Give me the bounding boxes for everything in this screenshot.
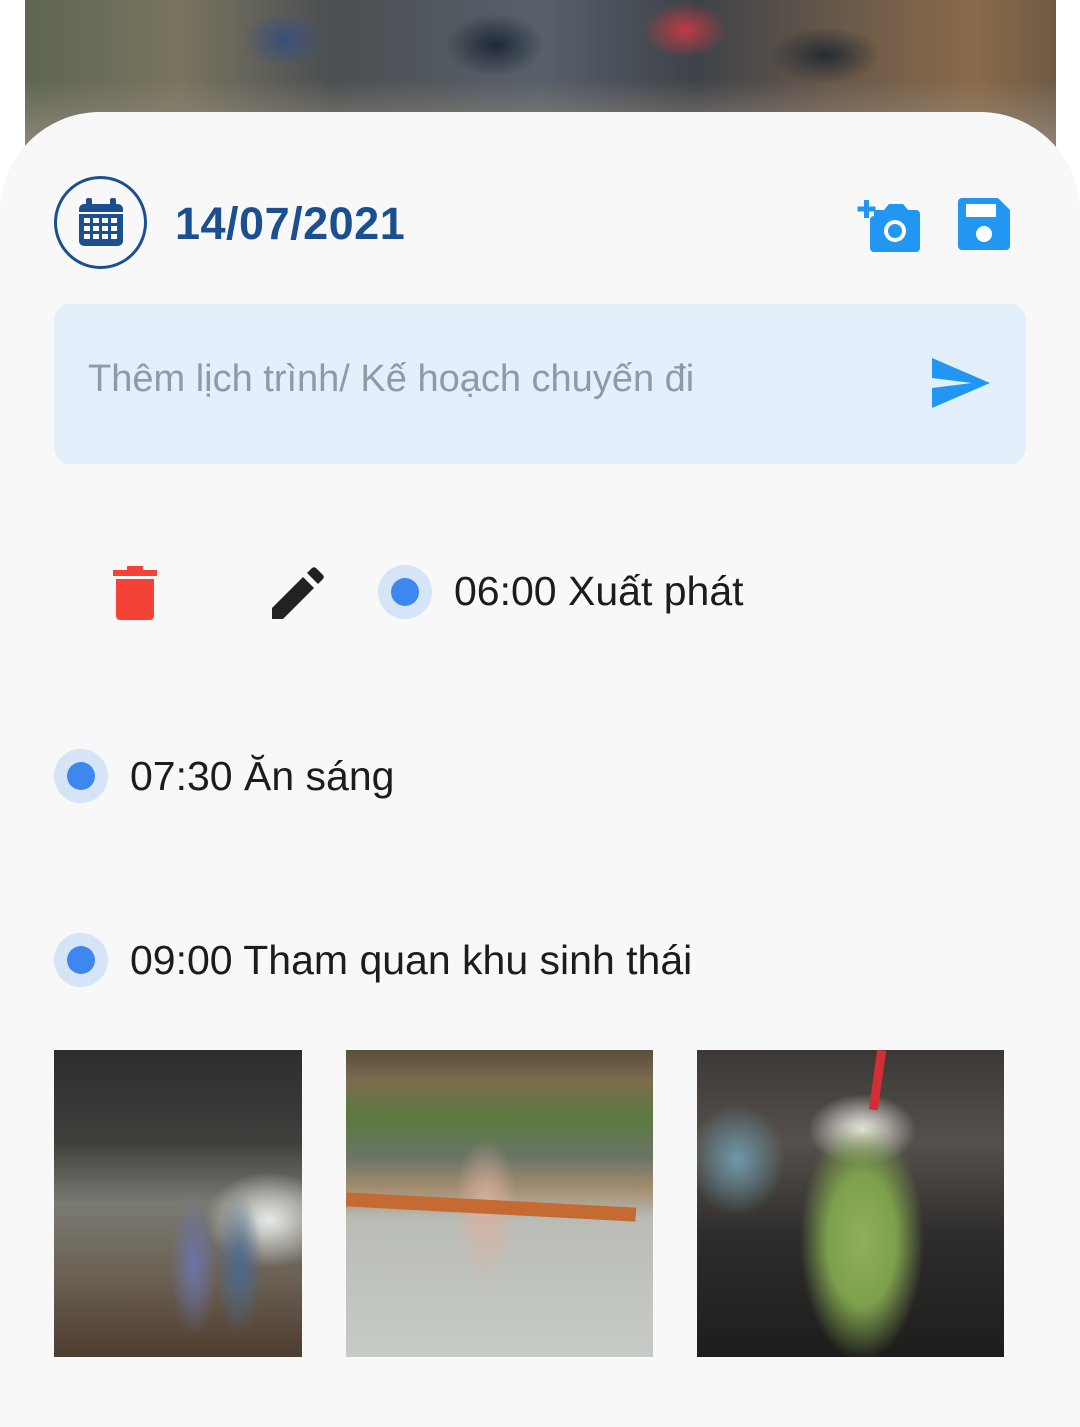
schedule-input[interactable]: Thêm lịch trình/ Kế hoạch chuyến đi (54, 304, 1026, 464)
trip-date[interactable]: 14/07/2021 (175, 198, 405, 250)
date-picker-button[interactable] (54, 176, 147, 269)
edit-item-button[interactable] (270, 567, 324, 621)
schedule-item-2[interactable]: 07:30 Ăn sáng (130, 752, 394, 800)
schedule-input-placeholder: Thêm lịch trình/ Kế hoạch chuyến đi (88, 358, 695, 400)
delete-item-button[interactable] (113, 566, 157, 620)
save-icon (958, 198, 1010, 250)
photo-swing (346, 1192, 637, 1222)
photo-thumbnail-1[interactable] (54, 1050, 302, 1357)
add-photo-button[interactable] (852, 196, 920, 254)
edit-icon (272, 567, 324, 619)
timeline-dot (378, 565, 432, 619)
screen: 14/07/2021 Thêm lịch trình/ Kế hoạch chu… (0, 0, 1080, 1427)
photo-straw (868, 1050, 887, 1111)
photo-thumbnail-2[interactable] (346, 1050, 653, 1357)
calendar-icon (78, 197, 123, 246)
timeline-dot (54, 933, 108, 987)
timeline-dot (54, 749, 108, 803)
send-button[interactable] (930, 356, 992, 410)
send-icon (932, 358, 990, 408)
save-button[interactable] (958, 198, 1010, 250)
schedule-item-1[interactable]: 06:00 Xuất phát (454, 567, 744, 615)
trash-icon (113, 566, 157, 620)
add-photo-icon (857, 200, 920, 252)
schedule-item-3[interactable]: 09:00 Tham quan khu sinh thái (130, 936, 692, 984)
photo-thumbnail-3[interactable] (697, 1050, 1004, 1357)
